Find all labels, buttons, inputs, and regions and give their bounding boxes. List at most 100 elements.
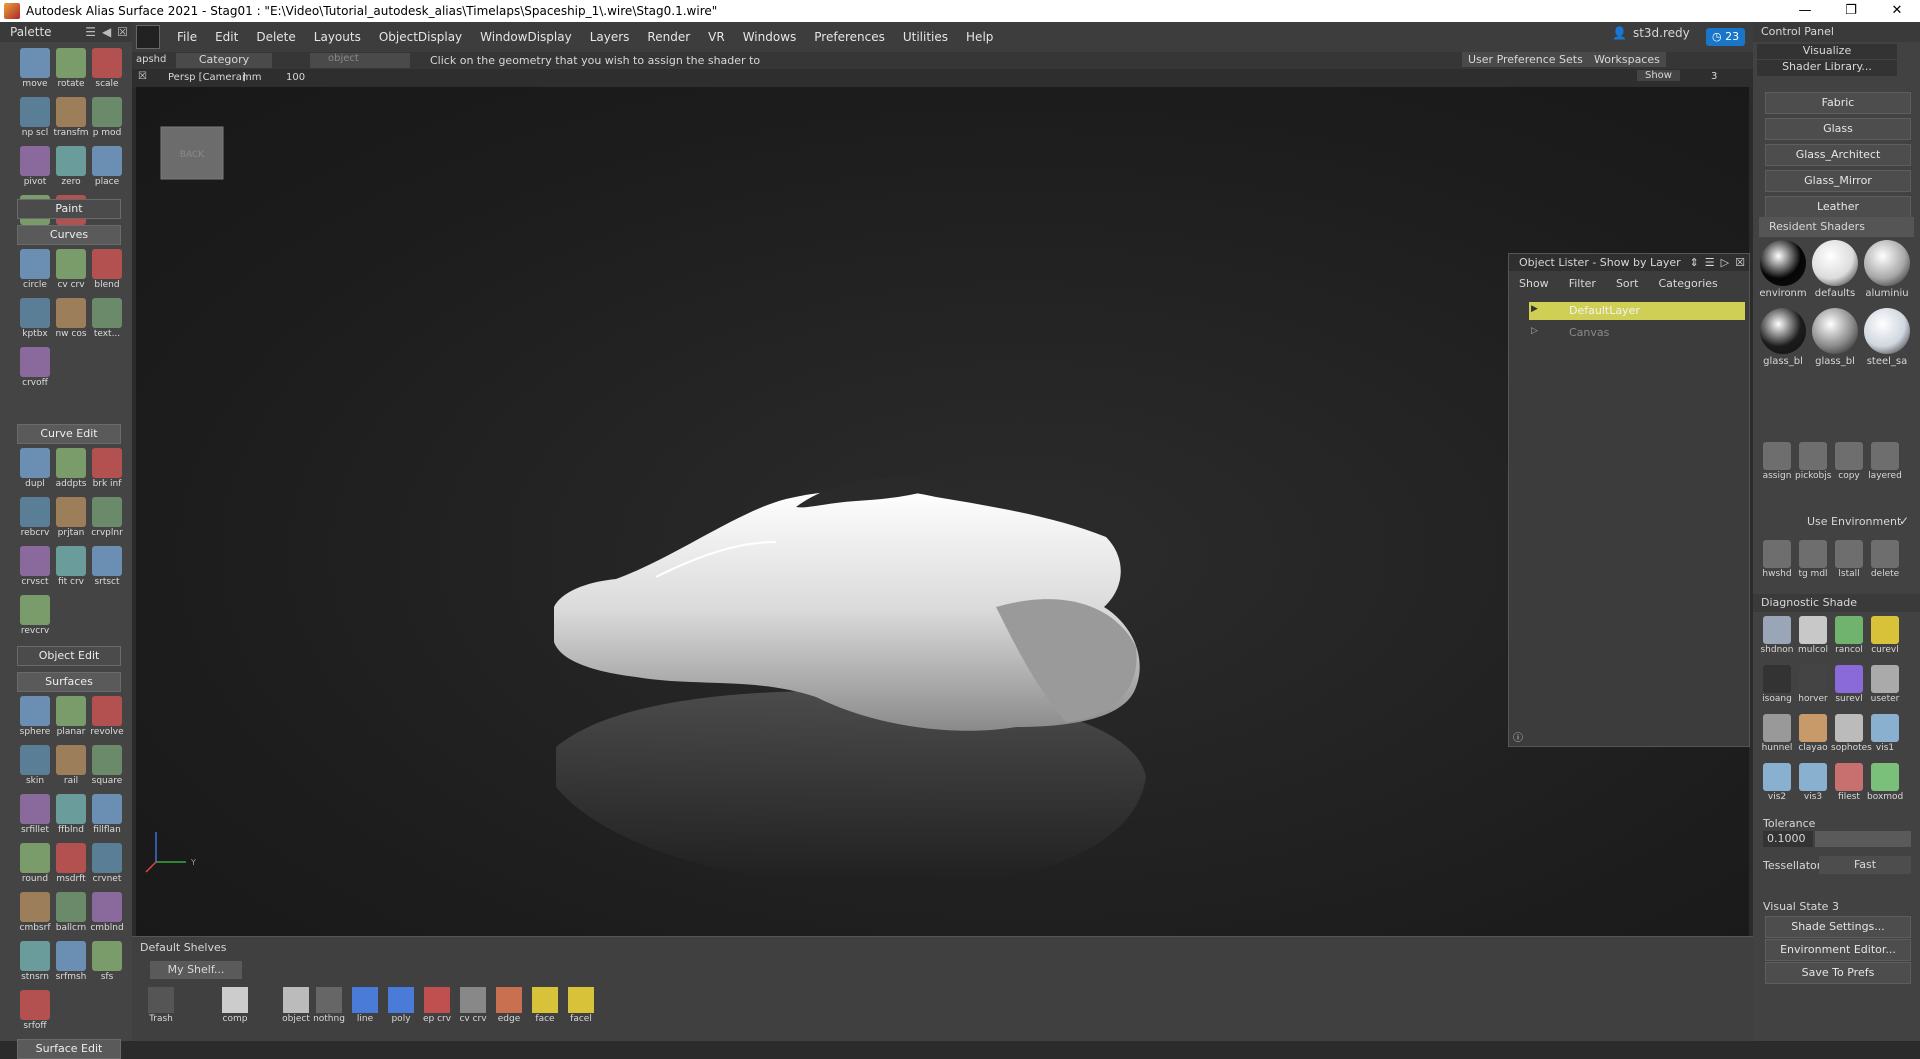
resident-shader[interactable]: glass_bl [1759, 308, 1807, 367]
shelf-tool-ep-crv[interactable]: ep crv [420, 987, 454, 1024]
tool-lstall[interactable]: lstall [1831, 540, 1867, 579]
tool-place[interactable]: place [89, 144, 125, 194]
shelf-tool-face[interactable]: face [528, 987, 562, 1024]
tessellator-dropdown[interactable]: Fast [1819, 856, 1911, 874]
tool-blend[interactable]: blend [89, 247, 125, 297]
shelf-tool-edge[interactable]: edge [492, 987, 526, 1024]
menu-edit[interactable]: Edit [206, 30, 247, 44]
tool-srtsct[interactable]: srtsct [89, 544, 125, 594]
category-dropdown[interactable]: Category [176, 53, 272, 68]
tolerance-input[interactable]: 0.1000 [1763, 831, 1813, 847]
tool-sphere[interactable]: sphere [17, 694, 53, 744]
resident-shader[interactable]: glass_bl [1811, 308, 1859, 367]
menu-delete[interactable]: Delete [247, 30, 304, 44]
menu-icon[interactable]: ☰ [1705, 256, 1715, 269]
tool-pickobjs[interactable]: pickobjs [1795, 442, 1831, 481]
tool-nw-cos[interactable]: nw cos [53, 296, 89, 346]
tool-crvoff[interactable]: crvoff [17, 345, 53, 395]
close-icon[interactable]: ☒ [1735, 256, 1745, 269]
lister-tab-filter[interactable]: Filter [1559, 277, 1606, 290]
tool-planar[interactable]: planar [53, 694, 89, 744]
collapse-icon[interactable]: ◀ [102, 25, 111, 39]
tool-rotate[interactable]: rotate [53, 46, 89, 96]
tool-srfillet[interactable]: srfillet [17, 792, 53, 842]
layer-row-canvas[interactable]: Canvas [1529, 324, 1745, 342]
library-item-fabric[interactable]: Fabric [1765, 92, 1911, 114]
tool-brk-inf[interactable]: brk inf [89, 446, 125, 496]
tool-zero[interactable]: zero [53, 144, 89, 194]
close-view-icon[interactable]: ☒ [138, 71, 147, 82]
menu-layouts[interactable]: Layouts [305, 30, 370, 44]
menu-icon[interactable]: ☰ [85, 25, 96, 39]
layer-row-default[interactable]: DefaultLayer [1529, 302, 1745, 320]
expand-icon[interactable]: ⇕ [1690, 256, 1699, 269]
tool-p-mod[interactable]: p mod [89, 95, 125, 145]
shader-library-button[interactable]: Shader Library... [1757, 60, 1897, 76]
diag-isoang[interactable]: isoang [1759, 665, 1795, 704]
tool-prjtan[interactable]: prjtan [53, 495, 89, 545]
shelf-tool-comp[interactable]: comp [218, 987, 252, 1024]
resident-shader[interactable]: aluminiu [1863, 240, 1911, 299]
diag-curevl[interactable]: curevl [1867, 616, 1903, 655]
tool-fillflan[interactable]: fillflan [89, 792, 125, 842]
menu-utilities[interactable]: Utilities [894, 30, 957, 44]
shelf-tab[interactable]: My Shelf... [150, 961, 242, 979]
camera-label[interactable]: Persp [Camera] [168, 72, 246, 83]
shade-settings-button[interactable]: Shade Settings... [1765, 916, 1911, 938]
diag-shdnon[interactable]: shdnon [1759, 616, 1795, 655]
view-cube-icon[interactable]: BACK [160, 126, 224, 180]
tool-move[interactable]: move [17, 46, 53, 96]
tool-rail[interactable]: rail [53, 743, 89, 793]
library-item-glass_architect[interactable]: Glass_Architect [1765, 144, 1911, 166]
tool-hwshd[interactable]: hwshd [1759, 540, 1795, 579]
user-account[interactable]: 👤 st3d.redy [1612, 26, 1690, 40]
expand-triangle-icon[interactable]: ▷ [1531, 326, 1538, 336]
visualize-dropdown[interactable]: Visualize [1757, 44, 1897, 59]
tool-sfs[interactable]: sfs [89, 939, 125, 989]
user-preference-sets-button[interactable]: User Preference Sets [1462, 52, 1589, 67]
tool-addpts[interactable]: addpts [53, 446, 89, 496]
tool-skin[interactable]: skin [17, 743, 53, 793]
menu-windowdisplay[interactable]: WindowDisplay [471, 30, 581, 44]
tool-msdrft[interactable]: msdrft [53, 841, 89, 891]
lister-tab-categories[interactable]: Categories [1649, 277, 1728, 290]
menu-file[interactable]: File [168, 30, 206, 44]
diag-vis3[interactable]: vis3 [1795, 763, 1831, 802]
object-filter-input[interactable]: object [310, 53, 410, 68]
tool-cmbsrf[interactable]: cmbsrf [17, 890, 53, 940]
tool-ffblnd[interactable]: ffblnd [53, 792, 89, 842]
tool-srfmsh[interactable]: srfmsh [53, 939, 89, 989]
tool-rebcrv[interactable]: rebcrv [17, 495, 53, 545]
tool-crvsct[interactable]: crvsct [17, 544, 53, 594]
shelf-tool-object[interactable]: object [279, 987, 313, 1024]
alias-logo-icon[interactable] [136, 25, 160, 49]
notification-badge[interactable]: ◷ 23 [1706, 28, 1746, 46]
section-curve-edit[interactable]: Curve Edit [17, 424, 121, 444]
tool-fit-crv[interactable]: fit crv [53, 544, 89, 594]
tool-revolve[interactable]: revolve [89, 694, 125, 744]
tool-copy[interactable]: copy [1831, 442, 1867, 481]
tool-ballcrn[interactable]: ballcrn [53, 890, 89, 940]
shelf-tool-facel[interactable]: facel [564, 987, 598, 1024]
tool-transfm[interactable]: transfm [53, 95, 89, 145]
section-curves[interactable]: Curves [17, 225, 121, 245]
diag-horver[interactable]: horver [1795, 665, 1831, 704]
diag-vis2[interactable]: vis2 [1759, 763, 1795, 802]
diag-boxmod[interactable]: boxmod [1867, 763, 1903, 802]
tool-cmblnd[interactable]: cmblnd [89, 890, 125, 940]
menu-layers[interactable]: Layers [581, 30, 639, 44]
tool-pivot[interactable]: pivot [17, 144, 53, 194]
tool-crvplnr[interactable]: crvplnr [89, 495, 125, 545]
diag-surevl[interactable]: surevl [1831, 665, 1867, 704]
save-to-prefs-button[interactable]: Save To Prefs [1765, 962, 1911, 984]
diag-vis1[interactable]: vis1 [1867, 714, 1903, 753]
grid-size[interactable]: 100 [286, 72, 305, 83]
workspaces-button[interactable]: Workspaces [1588, 52, 1666, 67]
environment-editor-button[interactable]: Environment Editor... [1765, 939, 1911, 961]
shelf-tool-poly[interactable]: poly [384, 987, 418, 1024]
library-item-glass_mirror[interactable]: Glass_Mirror [1765, 170, 1911, 192]
expand-triangle-icon[interactable]: ▶ [1531, 304, 1538, 314]
tool-scale[interactable]: scale [89, 46, 125, 96]
resident-shader[interactable]: defaults [1811, 240, 1859, 299]
shelf-tool-nothng[interactable]: nothng [312, 987, 346, 1024]
